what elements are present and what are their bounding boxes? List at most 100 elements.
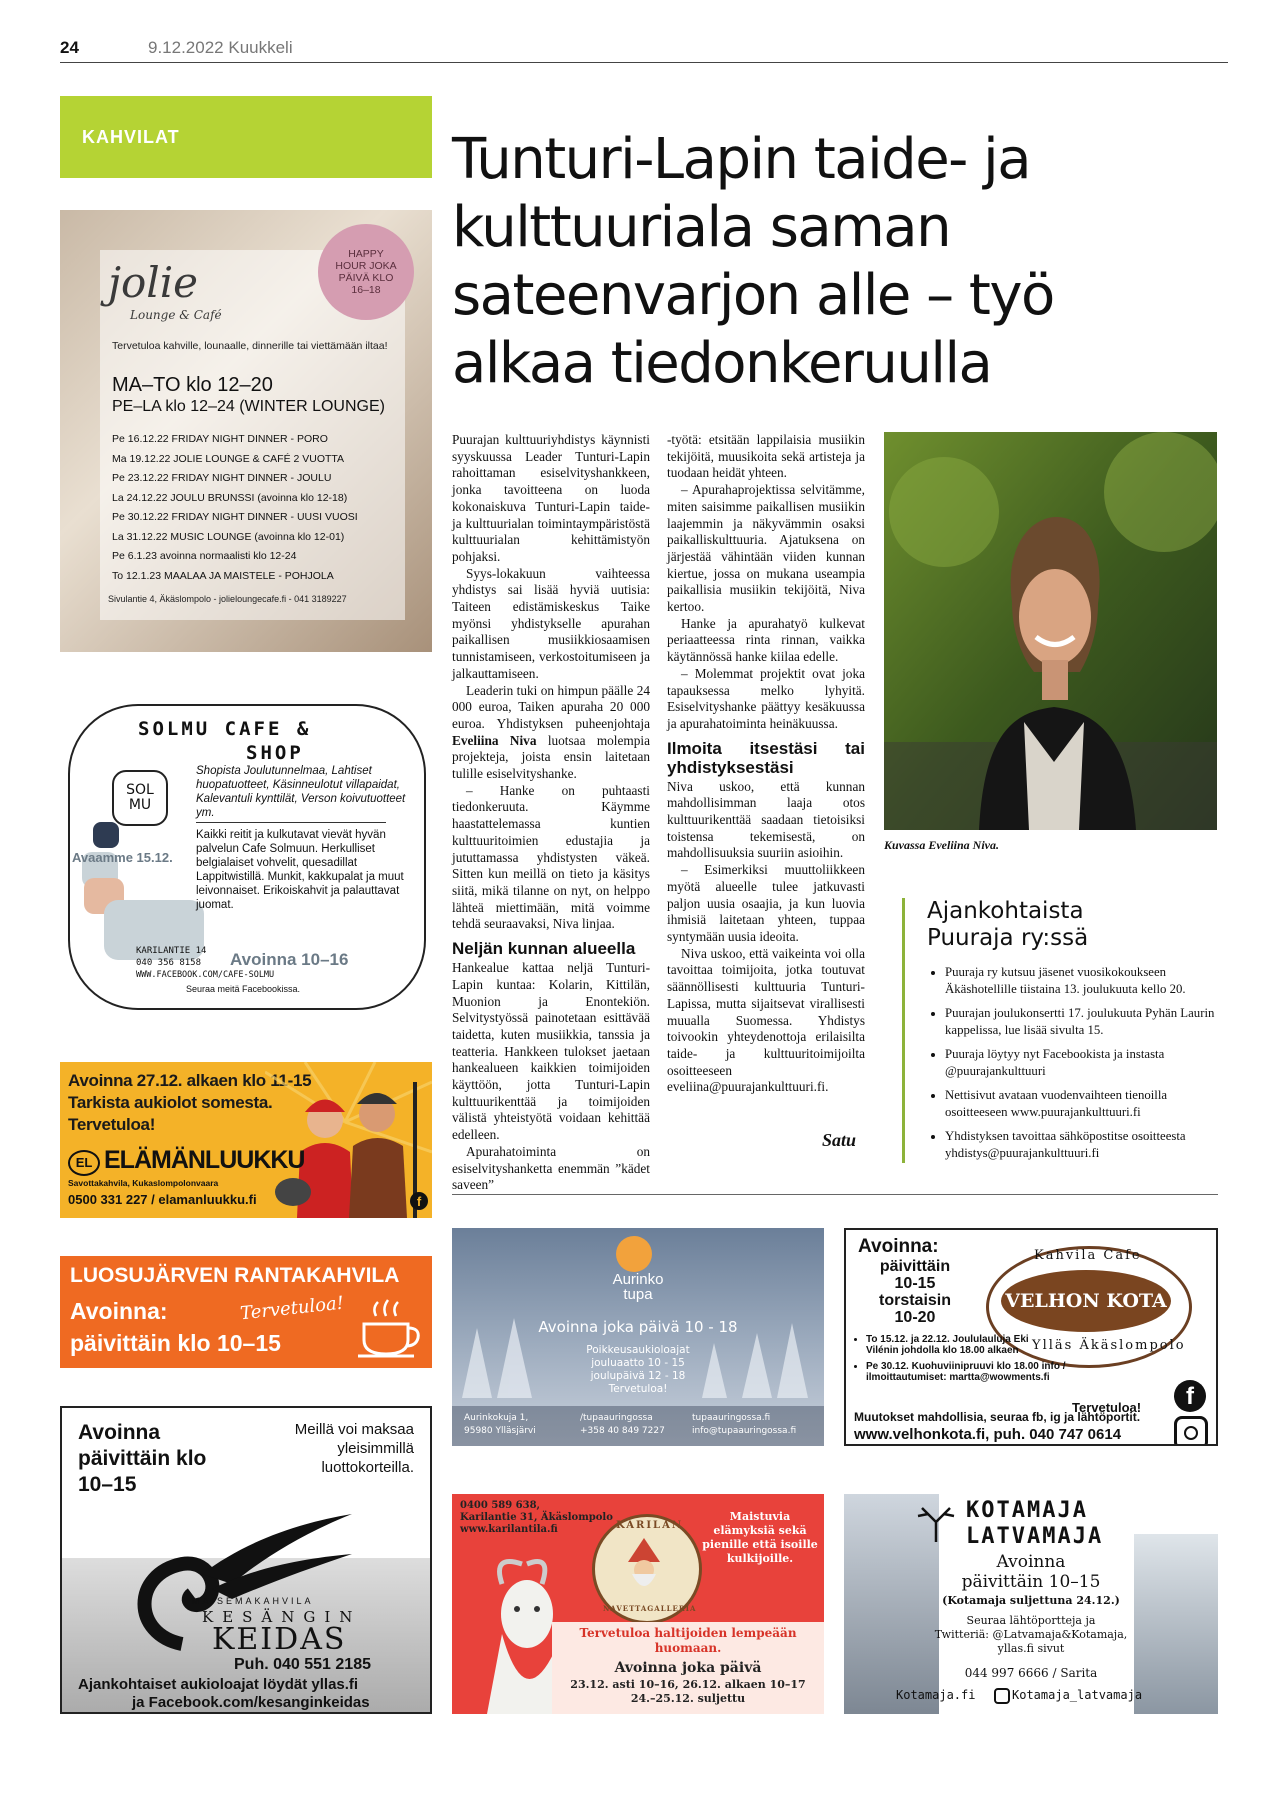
velhonkota-brand: VELHON KOTA <box>1001 1270 1171 1332</box>
solmu-opens: Avaamme 15.12. <box>72 850 173 865</box>
sun-cup-icon <box>616 1236 652 1272</box>
aurinkotupa-logo: Aurinko tupa <box>612 1271 664 1303</box>
list-item: Puuraja ry kutsuu jäsenet vuosikokouksee… <box>945 964 1223 998</box>
article-paragraph: Hanke ja apurahatyö kulkevat periaattees… <box>667 615 865 665</box>
article-paragraph: Niva uskoo, että kunnan mahdollisimman l… <box>667 778 865 861</box>
kesanki-brand-name: KEIDAS <box>212 1622 347 1657</box>
coffee-cup-icon <box>358 1299 420 1358</box>
list-item: Pe 30.12. Kuohuviinipruuvi klo 18.00 inf… <box>866 1361 1071 1383</box>
jolie-hours-2: PE–LA klo 12–24 (WINTER LOUNGE) <box>112 398 385 415</box>
elamanluukku-sub: Savottakahvila, Kukaslompolonvaara <box>68 1178 219 1188</box>
kotamaja-phone: 044 997 6666 / Sarita <box>964 1666 1098 1680</box>
kesanki-open: Avoinna päivittäin klo 10–15 <box>78 1421 207 1496</box>
article-column-1: Puurajan kulttuuriyhdistys käynnisti syy… <box>452 432 650 1194</box>
jolie-events: Pe 16.12.22 FRIDAY NIGHT DINNER - PORO M… <box>112 430 412 586</box>
happy-hour-badge: HAPPY HOUR JOKA PÄIVÄ KLO 16–18 <box>318 224 414 320</box>
decorative-shape <box>93 822 119 848</box>
list-item: Nettisivut avataan vuodenvaihteen tienoi… <box>945 1087 1223 1121</box>
karilan-seal-bottom: NAVETTAGALLERIA <box>603 1604 697 1613</box>
gnome-icon <box>628 1538 660 1586</box>
solmu-desc-2: Kaikki reitit ja kulkutavat vievät hyvän… <box>196 829 404 911</box>
luosujarvi-hours: päivittäin klo 10–15 <box>70 1330 281 1356</box>
instagram-icon[interactable] <box>994 1688 1010 1704</box>
ad-kotamaja: KOTAMAJA LATVAMAJA Avoinna päivittäin 10… <box>844 1494 1218 1714</box>
kotamaja-title-2: LATVAMAJA <box>966 1524 1104 1549</box>
kotamaja-web: Kotamaja.fi <box>896 1688 976 1702</box>
article-paragraph: Puurajan kulttuuriyhdistys käynnisti syy… <box>452 432 650 564</box>
jolie-intro: Tervetuloa kahville, lounaalle, dinneril… <box>112 340 388 352</box>
ad-aurinkotupa: Aurinko tupa Avoinna joka päivä 10 - 18 P… <box>452 1228 824 1446</box>
jolie-logo: jolie <box>108 258 199 307</box>
instagram-icon[interactable] <box>1174 1416 1208 1444</box>
facebook-icon[interactable]: f <box>410 1192 428 1210</box>
article-paragraph: – Hanke on puhtaasti tiedonkeruuta. Käym… <box>452 782 650 932</box>
aurinkotupa-open: Avoinna joka päivä 10 - 18 <box>538 1318 738 1336</box>
velhonkota-arc-top: Kahvila Cafe <box>1034 1248 1142 1263</box>
divider <box>452 1194 1218 1195</box>
list-item: La 31.12.22 MUSIC LOUNGE (avoinna klo 12… <box>112 530 345 543</box>
ad-velhonkota: Avoinna: päivittäin 10-15 torstaisin 10-20 … <box>844 1228 1218 1446</box>
karilan-open: Avoinna joka päivä <box>614 1660 762 1676</box>
list-item: Puurajan joulukonsertti 17. joulukuuta P… <box>945 1005 1223 1039</box>
article-paragraph: – Molemmat projektit ovat joka tapaukses… <box>667 665 865 731</box>
list-item: Puuraja löytyy nyt Facebookista ja insta… <box>945 1046 1223 1080</box>
news-sidebar: AjankohtaistaPuuraja ry:ssä Puuraja ry k… <box>902 898 1223 1163</box>
photo-caption: Kuvassa Eveliina Niva. <box>884 838 1000 852</box>
article-paragraph: Syys-lokakuun vaihteessa yhdistys sai li… <box>452 565 650 681</box>
article-paragraph: Hankealue kattaa neljä Tunturi-Lapin kun… <box>452 960 650 1143</box>
facebook-icon[interactable]: f <box>1174 1380 1206 1412</box>
article-column-2: -työtä: etsitään lappilaisia musiikin te… <box>667 432 865 1096</box>
ad-kesanki: Avoinna päivittäin klo 10–15 Meillä voi … <box>60 1406 432 1714</box>
solmu-web: WWW.FACEBOOK.COM/CAFE-SOLMU <box>136 970 275 980</box>
article-photo <box>884 432 1217 830</box>
velhonkota-web: www.velhonkota.fi, puh. 040 747 0614 <box>854 1426 1122 1443</box>
jolie-hours-1: MA–TO klo 12–20 <box>112 374 273 396</box>
aurinkotupa-exceptions: Poikkeusaukioloajat jouluaatto 10 - 15 jou… <box>586 1344 690 1395</box>
solmu-title-1: SOLMU CAFE & <box>138 718 312 740</box>
article-headline: Tunturi-Lapin taide- ja kulttuuriala sam… <box>452 127 1055 396</box>
list-item: Pe 30.12.22 FRIDAY NIGHT DINNER - UUSI V… <box>112 511 358 523</box>
page-number: 24 <box>60 38 79 57</box>
solmu-hours: Avoinna 10–16 <box>230 950 349 969</box>
jolie-footer: Sivulantie 4, Äkäslompolo - jolieloungec… <box>108 594 347 604</box>
karilan-hours: 23.12. asti 10–16, 26.12. alkaen 10–17 24… <box>570 1678 806 1705</box>
list-item: Yhdistyksen tavoittaa sähköpostitse osoi… <box>945 1128 1223 1162</box>
divider <box>196 822 386 823</box>
article-paragraph: – Esimerkiksi muuttoliikkeen myötä aluee… <box>667 862 865 944</box>
karilan-seal-top: KARILAN <box>616 1520 683 1531</box>
article-paragraph: – Apurahaprojektissa selvitämme, miten s… <box>667 482 865 615</box>
karilan-welcome: Tervetuloa haltijoiden lempeään huomaan. <box>579 1626 797 1655</box>
sidebar-title: Ajankohtaista Puuraja ry:ssä <box>927 898 1089 951</box>
elamanluukku-contact: 0500 331 227 / elamanluukku.fi <box>68 1192 257 1207</box>
article-subheading: Neljän kunnan alueella <box>452 939 636 959</box>
kesanki-phone: Puh. 040 551 2185 <box>234 1656 371 1673</box>
velhonkota-events: To 15.12. ja 22.12. Joululauluja Eki Vil… <box>854 1334 1066 1383</box>
aurinkotupa-address: Aurinkokuja 1, 95980 Ylläsjärvi <box>464 1413 536 1436</box>
solmu-phone: 040 356 8158 <box>136 958 202 968</box>
article-subheading: Ilmoita itsestäsi tai yhdistyksestäsi <box>667 738 865 777</box>
luosujarvi-open: Avoinna: <box>70 1298 168 1324</box>
page-header: 24 9.12.2022 Kuukkeli <box>60 36 1228 63</box>
list-item: To 15.12. ja 22.12. Joululauluja Eki Vil… <box>866 1334 1036 1356</box>
kesanki-cards: Meillä voi maksaa yleisimmillä luottokor… <box>294 1421 414 1476</box>
section-title: KAHVILAT <box>82 127 180 147</box>
velhonkota-arc-bottom: Ylläs Äkäslompolo <box>1032 1338 1186 1353</box>
sidebar-list: Puuraja ry kutsuu jäsenet vuosikokouksee… <box>905 964 1223 1162</box>
luosujarvi-title: LUOSUJÄRVEN RANTAKAHVILA <box>70 1264 400 1287</box>
author-signature: Satu <box>822 1130 857 1150</box>
luosujarvi-welcome: Tervetuloa! <box>239 1292 345 1325</box>
article-paragraph: Apurahatoiminta on esiselvityshanketta e… <box>452 1143 650 1193</box>
elamanluukku-badge: EL <box>68 1150 100 1176</box>
kesanki-brand-top: MAISEMAKAHVILA <box>192 1596 314 1606</box>
list-item: Pe 6.1.23 avoinna normaalisti klo 12-24 <box>112 550 297 562</box>
kotamaja-hours: päivittäin 10–15 <box>961 1572 1101 1592</box>
list-item: Pe 23.12.22 FRIDAY NIGHT DINNER - JOULU <box>112 472 332 484</box>
velhonkota-hours: päivittäin 10-15 torstaisin 10-20 <box>878 1258 951 1326</box>
ad-luosujarvi: LUOSUJÄRVEN RANTAKAHVILA Avoinna: Tervet… <box>60 1256 432 1368</box>
velhonkota-changes: Muutokset mahdollisia, seuraa fb, ig ja … <box>854 1410 1141 1424</box>
kotamaja-follow: Seuraa lähtöportteja ja Twitteriä: @Latva… <box>934 1614 1128 1655</box>
velhonkota-open: Avoinna: <box>858 1236 939 1257</box>
kotamaja-open: Avoinna <box>996 1552 1066 1572</box>
section-label: KAHVILAT <box>60 96 432 178</box>
kotamaja-insta: Kotamaja_latvamaja <box>1012 1688 1143 1702</box>
